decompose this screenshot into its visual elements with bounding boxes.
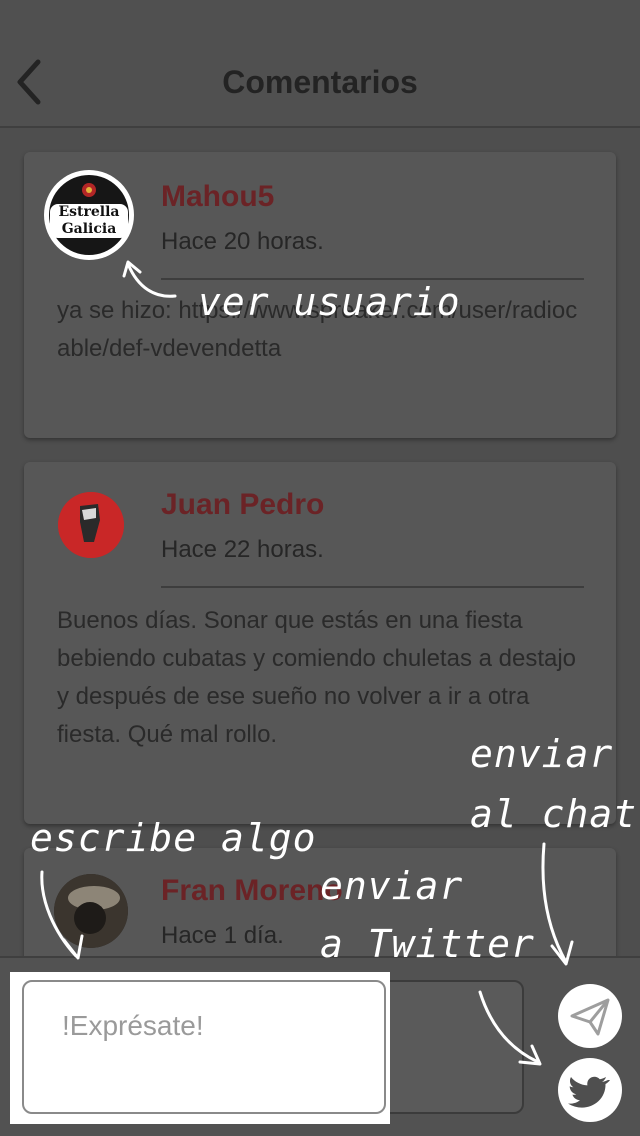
annotation-enviar-chat: enviar	[470, 732, 614, 776]
app-screen: Comentarios Estrella Galicia Mahou5 Hace…	[0, 0, 640, 1136]
comment-time: Hace 1 día.	[161, 922, 284, 949]
annotation-a-twitter: a Twitter	[320, 922, 535, 966]
send-chat-button[interactable]	[558, 984, 622, 1048]
paper-plane-icon	[570, 998, 610, 1036]
input-placeholder: !Exprésate!	[62, 1010, 204, 1041]
message-input[interactable]: !Exprésate!	[22, 980, 386, 1114]
annotation-al-chat: al chat	[470, 792, 638, 836]
page-title: Comentarios	[222, 64, 418, 100]
message-composer: !Exprésate!	[0, 956, 640, 1136]
comment-author[interactable]: Fran Moreno	[161, 874, 343, 908]
navigation-bar: Comentarios	[0, 0, 640, 128]
comment-author[interactable]: Juan Pedro	[161, 488, 324, 522]
annotation-enviar-twitter: enviar	[320, 864, 464, 908]
user-avatar[interactable]	[58, 492, 124, 558]
annotation-escribe-algo: escribe algo	[30, 816, 317, 860]
avatar-logo-text: Galicia	[61, 221, 117, 237]
comment-author[interactable]: Mahou5	[161, 180, 274, 214]
user-avatar[interactable]	[54, 874, 128, 948]
avatar-logo-text: Estrella	[58, 204, 120, 220]
user-avatar[interactable]: Estrella Galicia	[44, 170, 134, 260]
send-twitter-button[interactable]	[558, 1058, 622, 1122]
annotation-ver-usuario: ver usuario	[198, 280, 461, 324]
comment-time: Hace 22 horas.	[161, 536, 324, 563]
comment-divider	[161, 586, 584, 588]
comment-time: Hace 20 horas.	[161, 228, 324, 255]
twitter-bird-icon	[568, 1076, 610, 1108]
